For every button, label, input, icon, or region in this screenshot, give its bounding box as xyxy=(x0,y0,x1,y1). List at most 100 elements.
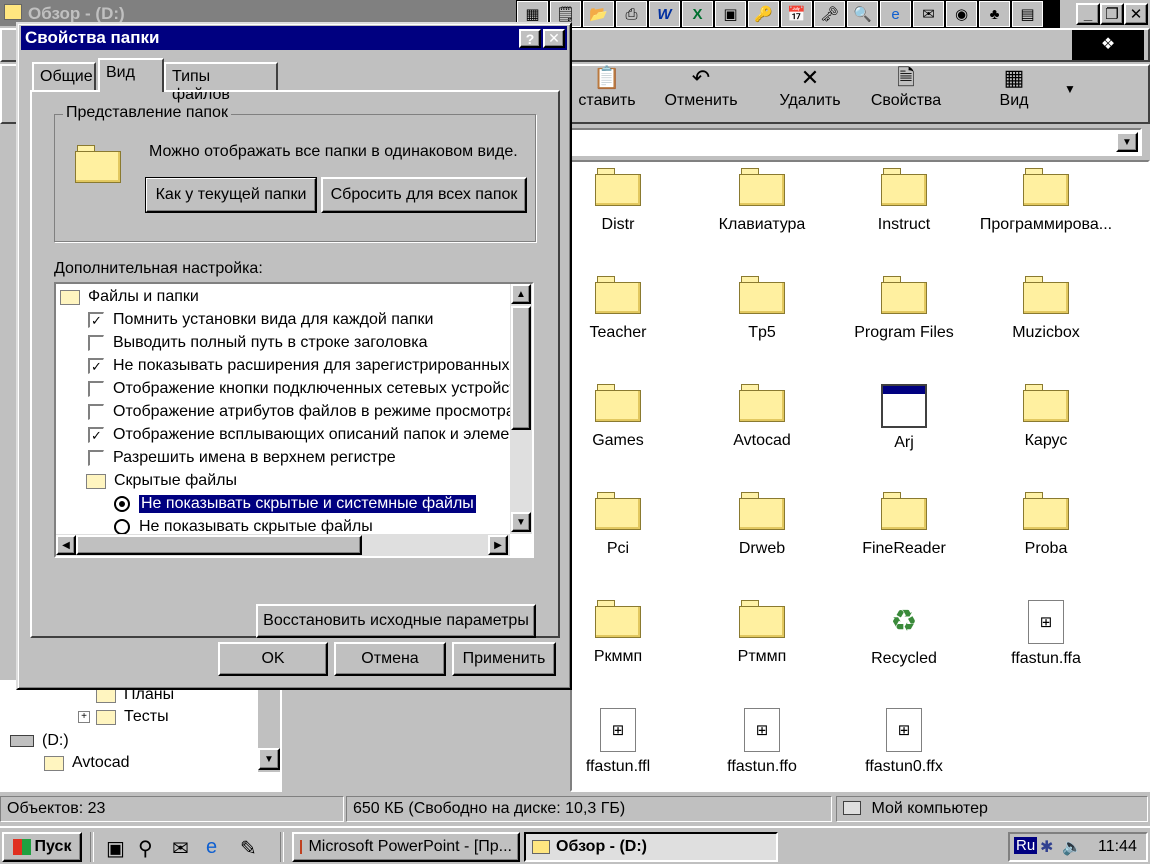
tree-vertical-scrollbar[interactable]: ▲ ▼ xyxy=(510,284,532,534)
excel-icon[interactable]: X xyxy=(682,1,713,27)
file-item[interactable]: ⊞ ffastun.ffo xyxy=(692,708,832,776)
file-item[interactable]: ⊞ ffastun.ffl xyxy=(548,708,688,776)
scroll-thumb[interactable] xyxy=(511,306,531,430)
tab-general[interactable]: Общие xyxy=(32,62,96,90)
dialog-close-button[interactable]: ✕ xyxy=(543,29,565,48)
checkbox-unchecked[interactable] xyxy=(88,404,104,420)
word-icon[interactable]: W xyxy=(649,1,680,27)
games-icon[interactable]: ♣ xyxy=(979,1,1010,27)
powerpoint-icon[interactable]: ▣ xyxy=(715,1,746,27)
dialog-title-bar[interactable]: Свойства папки ? ✕ xyxy=(21,26,567,50)
tab-view[interactable]: Вид xyxy=(98,58,164,92)
file-item[interactable]: Muzicbox xyxy=(976,276,1116,342)
radio-unselected[interactable] xyxy=(114,519,130,535)
option-popup-descriptions[interactable]: ✓ Отображение всплывающих описаний папок… xyxy=(88,424,518,446)
file-item[interactable]: Avtocad xyxy=(692,384,832,450)
restore-button[interactable]: ❐ xyxy=(1100,3,1124,25)
radio-selected[interactable] xyxy=(114,496,130,512)
file-item[interactable]: Клавиатура xyxy=(692,168,832,234)
start-button[interactable]: Пуск xyxy=(2,832,82,862)
tree-horizontal-scrollbar[interactable]: ◀ ▶ xyxy=(56,534,510,556)
checkbox-unchecked[interactable] xyxy=(88,381,104,397)
scroll-up-button[interactable]: ▲ xyxy=(511,284,531,304)
tab-file-types[interactable]: Типы файлов xyxy=(164,62,278,103)
file-item[interactable]: Карус xyxy=(976,384,1116,450)
checkbox-checked[interactable]: ✓ xyxy=(88,312,104,328)
notes-icon[interactable]: ✎ xyxy=(240,836,257,861)
option-file-attributes[interactable]: Отображение атрибутов файлов в режиме пр… xyxy=(88,401,515,423)
checkbox-checked[interactable]: ✓ xyxy=(88,427,104,443)
cancel-button[interactable]: Отмена xyxy=(334,642,446,676)
help-button[interactable]: ? xyxy=(519,29,541,48)
minimize-button[interactable]: _ xyxy=(1076,3,1100,25)
media-icon[interactable]: ◉ xyxy=(946,1,977,27)
view-dropdown-arrow-icon[interactable]: ▼ xyxy=(1064,82,1076,96)
properties-button[interactable]: 🗎 Свойства xyxy=(862,64,950,122)
checkbox-unchecked[interactable] xyxy=(88,450,104,466)
scroll-down-button[interactable]: ▼ xyxy=(258,748,280,770)
file-item[interactable]: Instruct xyxy=(834,168,974,234)
file-item[interactable]: Tp5 xyxy=(692,276,832,342)
channels-icon[interactable]: ⚲ xyxy=(138,836,153,861)
checkbox-unchecked[interactable] xyxy=(88,335,104,351)
printer-icon[interactable]: ⎙ xyxy=(616,1,647,27)
internet-explorer-icon[interactable]: e xyxy=(880,1,911,27)
hscroll-thumb[interactable] xyxy=(76,535,362,555)
file-item[interactable]: FineReader xyxy=(834,492,974,558)
scroll-right-button[interactable]: ▶ xyxy=(488,535,508,555)
delete-button[interactable]: ✕ Удалить xyxy=(766,64,854,122)
file-item[interactable]: Program Files xyxy=(834,276,974,342)
outlook-icon[interactable]: ✉ xyxy=(172,836,189,861)
option-remember-view[interactable]: ✓ Помнить установки вида для каждой папк… xyxy=(88,309,433,331)
option-full-path-title[interactable]: Выводить полный путь в строке заголовка xyxy=(88,332,427,354)
option-hide-hidden-system[interactable]: Не показывать скрытые и системные файлы xyxy=(114,493,477,515)
file-item[interactable]: Proba xyxy=(976,492,1116,558)
apply-button[interactable]: Применить xyxy=(452,642,556,676)
file-item[interactable]: Arj xyxy=(834,384,974,452)
ok-button[interactable]: OK xyxy=(218,642,328,676)
option-hide-extensions[interactable]: ✓ Не показывать расширения для зарегистр… xyxy=(88,355,510,377)
find-icon[interactable]: 🔍 xyxy=(847,1,878,27)
file-item[interactable]: ♻ Recycled xyxy=(834,600,974,668)
volume-icon[interactable]: 🔈 xyxy=(1062,837,1082,857)
folder-tree[interactable]: Планы + Тесты (D:) Avtocad ▼ xyxy=(0,680,282,792)
key-icon[interactable]: 🗝 xyxy=(814,1,845,27)
tree-item-avtocad[interactable]: Avtocad xyxy=(44,752,130,774)
tree-item-drive-d[interactable]: (D:) xyxy=(10,730,69,752)
file-item[interactable]: Ртммп xyxy=(692,600,832,666)
file-item[interactable]: ⊞ ffastun.ffa xyxy=(976,600,1116,668)
file-item[interactable]: Программирова... xyxy=(976,168,1116,234)
advanced-settings-tree[interactable]: Файлы и папки ✓ Помнить установки вида д… xyxy=(54,282,534,558)
access-icon[interactable]: 🔑 xyxy=(748,1,779,27)
option-network-drive-button[interactable]: Отображение кнопки подключенных сетевых … xyxy=(88,378,517,400)
checkbox-checked[interactable]: ✓ xyxy=(88,358,104,374)
monitor-icon[interactable]: ▤ xyxy=(1012,1,1043,27)
paste-button[interactable]: 📋 ставить xyxy=(570,64,644,122)
task-explorer[interactable]: Обзор - (D:) xyxy=(524,832,778,862)
like-current-folder-button[interactable]: Как у текущей папки xyxy=(145,177,317,213)
option-uppercase-names[interactable]: Разрешить имена в верхнем регистре xyxy=(88,447,396,469)
email-icon[interactable]: ✉ xyxy=(913,1,944,27)
file-list-pane[interactable]: Distr Клавиатура Instruct Программирова... T… xyxy=(570,160,1150,792)
file-item[interactable]: Drweb xyxy=(692,492,832,558)
language-indicator[interactable]: Ru xyxy=(1014,837,1038,854)
close-button[interactable]: ✕ xyxy=(1124,3,1148,25)
open-folder-icon[interactable]: 📂 xyxy=(583,1,614,27)
desktop-icon[interactable]: ▣ xyxy=(106,836,125,861)
address-dropdown-button[interactable]: ▼ xyxy=(1116,132,1138,152)
task-powerpoint[interactable]: Microsoft PowerPoint - [Пр... xyxy=(292,832,520,862)
address-input[interactable]: ▼ xyxy=(570,128,1142,156)
ie-icon[interactable]: e xyxy=(206,836,217,859)
clock[interactable]: 11:44 xyxy=(1098,838,1137,856)
calendar-icon[interactable]: 📅 xyxy=(781,1,812,27)
network-icon[interactable]: ✱ xyxy=(1040,837,1053,857)
file-item[interactable]: ⊞ ffastun0.ffx xyxy=(834,708,974,776)
scroll-left-button[interactable]: ◀ xyxy=(56,535,76,555)
undo-button[interactable]: ↶ Отменить xyxy=(656,64,746,122)
tree-item-tests[interactable]: + Тесты xyxy=(78,706,169,728)
reset-all-folders-button[interactable]: Сбросить для всех папок xyxy=(321,177,527,213)
tree-scrollbar[interactable]: ▼ xyxy=(258,680,280,772)
view-button[interactable]: ▦ Вид xyxy=(970,64,1058,122)
scroll-down-button[interactable]: ▼ xyxy=(511,512,531,532)
expand-plus-icon[interactable]: + xyxy=(78,711,90,723)
